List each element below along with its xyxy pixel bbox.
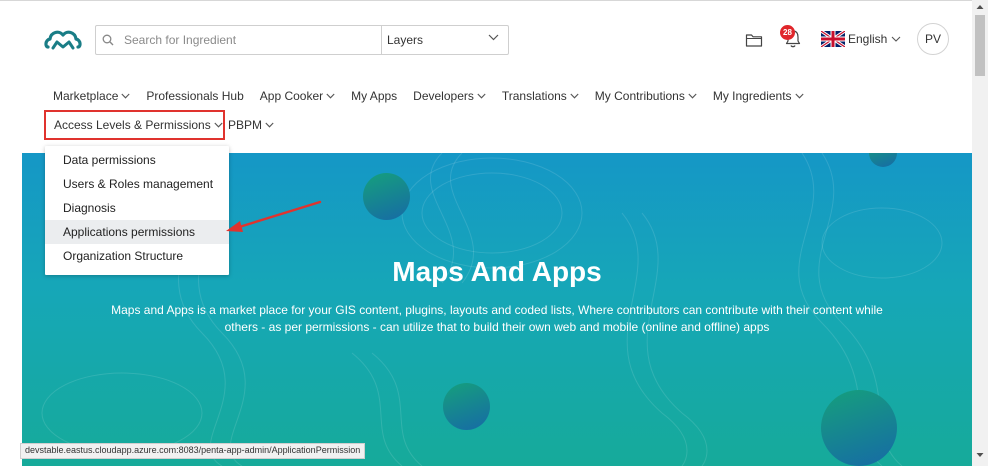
nav-item-my-ingredients[interactable]: My Ingredients [713,89,804,103]
nav-item-label: Translations [501,89,567,103]
menu-item-users-roles-management[interactable]: Users & Roles management [45,172,229,196]
folder-icon[interactable] [745,32,763,48]
nav-item-label: My Apps [351,89,398,103]
access-levels-dropdown: Data permissions Users & Roles managemen… [45,146,229,275]
chevron-down-icon [326,93,335,99]
menu-item-applications-permissions[interactable]: Applications permissions [45,220,229,244]
scroll-up-icon[interactable] [976,4,984,10]
decorative-circle [443,383,490,430]
chevron-down-icon [214,122,223,128]
nav-item-developers[interactable]: Developers [413,89,486,103]
hero-description: Maps and Apps is a market place for your… [111,303,883,334]
menu-item-diagnosis[interactable]: Diagnosis [45,196,229,220]
nav-item-label: App Cooker [259,89,324,103]
layers-select[interactable]: Layers [381,26,509,54]
language-label: English [848,32,888,46]
decorative-circle [821,390,897,466]
nav-item-label: Marketplace [53,89,119,103]
notification-badge: 28 [780,25,795,40]
nav-item-label: Access Levels & Permissions [54,118,211,132]
nav-item-label: PBPM [228,118,263,132]
nav-item-professionals-hub[interactable]: Professionals Hub [146,89,243,103]
scrollbar-thumb[interactable] [975,15,985,76]
vertical-scrollbar[interactable] [972,0,988,466]
nav-item-label: Professionals Hub [146,89,244,103]
status-bar-url: devstable.eastus.cloudapp.azure.com:8083… [20,443,366,459]
menu-item-organization-structure[interactable]: Organization Structure [45,244,229,268]
chevron-down-icon [794,93,804,99]
chevron-down-icon [891,36,901,42]
user-avatar[interactable]: PV [917,23,949,55]
chevron-down-icon [488,34,499,41]
cloud-logo-icon[interactable] [44,27,82,53]
window-top-border [0,0,972,4]
chevron-down-icon [570,93,579,99]
layers-select-value: Layers [387,33,424,47]
chevron-down-icon [477,93,486,99]
nav-item-marketplace[interactable]: Marketplace [53,89,130,103]
chevron-down-icon [121,93,130,99]
chevron-down-icon [265,122,274,128]
menu-item-data-permissions[interactable]: Data permissions [45,148,229,172]
user-initials: PV [924,32,941,46]
nav-item-label: My Contributions [594,89,685,103]
main-nav-row-2: Access Levels & Permissions PBPM [44,110,274,140]
nav-item-access-levels[interactable]: Access Levels & Permissions [44,110,225,140]
nav-item-my-apps[interactable]: My Apps [351,89,397,103]
search-bar: Layers [95,25,509,55]
nav-item-pbpm[interactable]: PBPM [228,110,274,140]
nav-item-label: Developers [413,89,474,103]
scroll-down-icon[interactable] [976,452,984,458]
nav-item-my-contributions[interactable]: My Contributions [595,89,697,103]
search-icon [96,26,120,54]
nav-item-app-cooker[interactable]: App Cooker [260,89,335,103]
chevron-down-icon [688,93,697,99]
search-input[interactable] [120,26,376,54]
decorative-circle [363,173,410,220]
language-selector[interactable]: English [821,31,901,47]
nav-item-label: My Ingredients [712,89,792,103]
uk-flag-icon [821,31,845,47]
main-nav: Marketplace Professionals Hub App Cooker… [53,89,820,103]
nav-item-translations[interactable]: Translations [502,89,579,103]
